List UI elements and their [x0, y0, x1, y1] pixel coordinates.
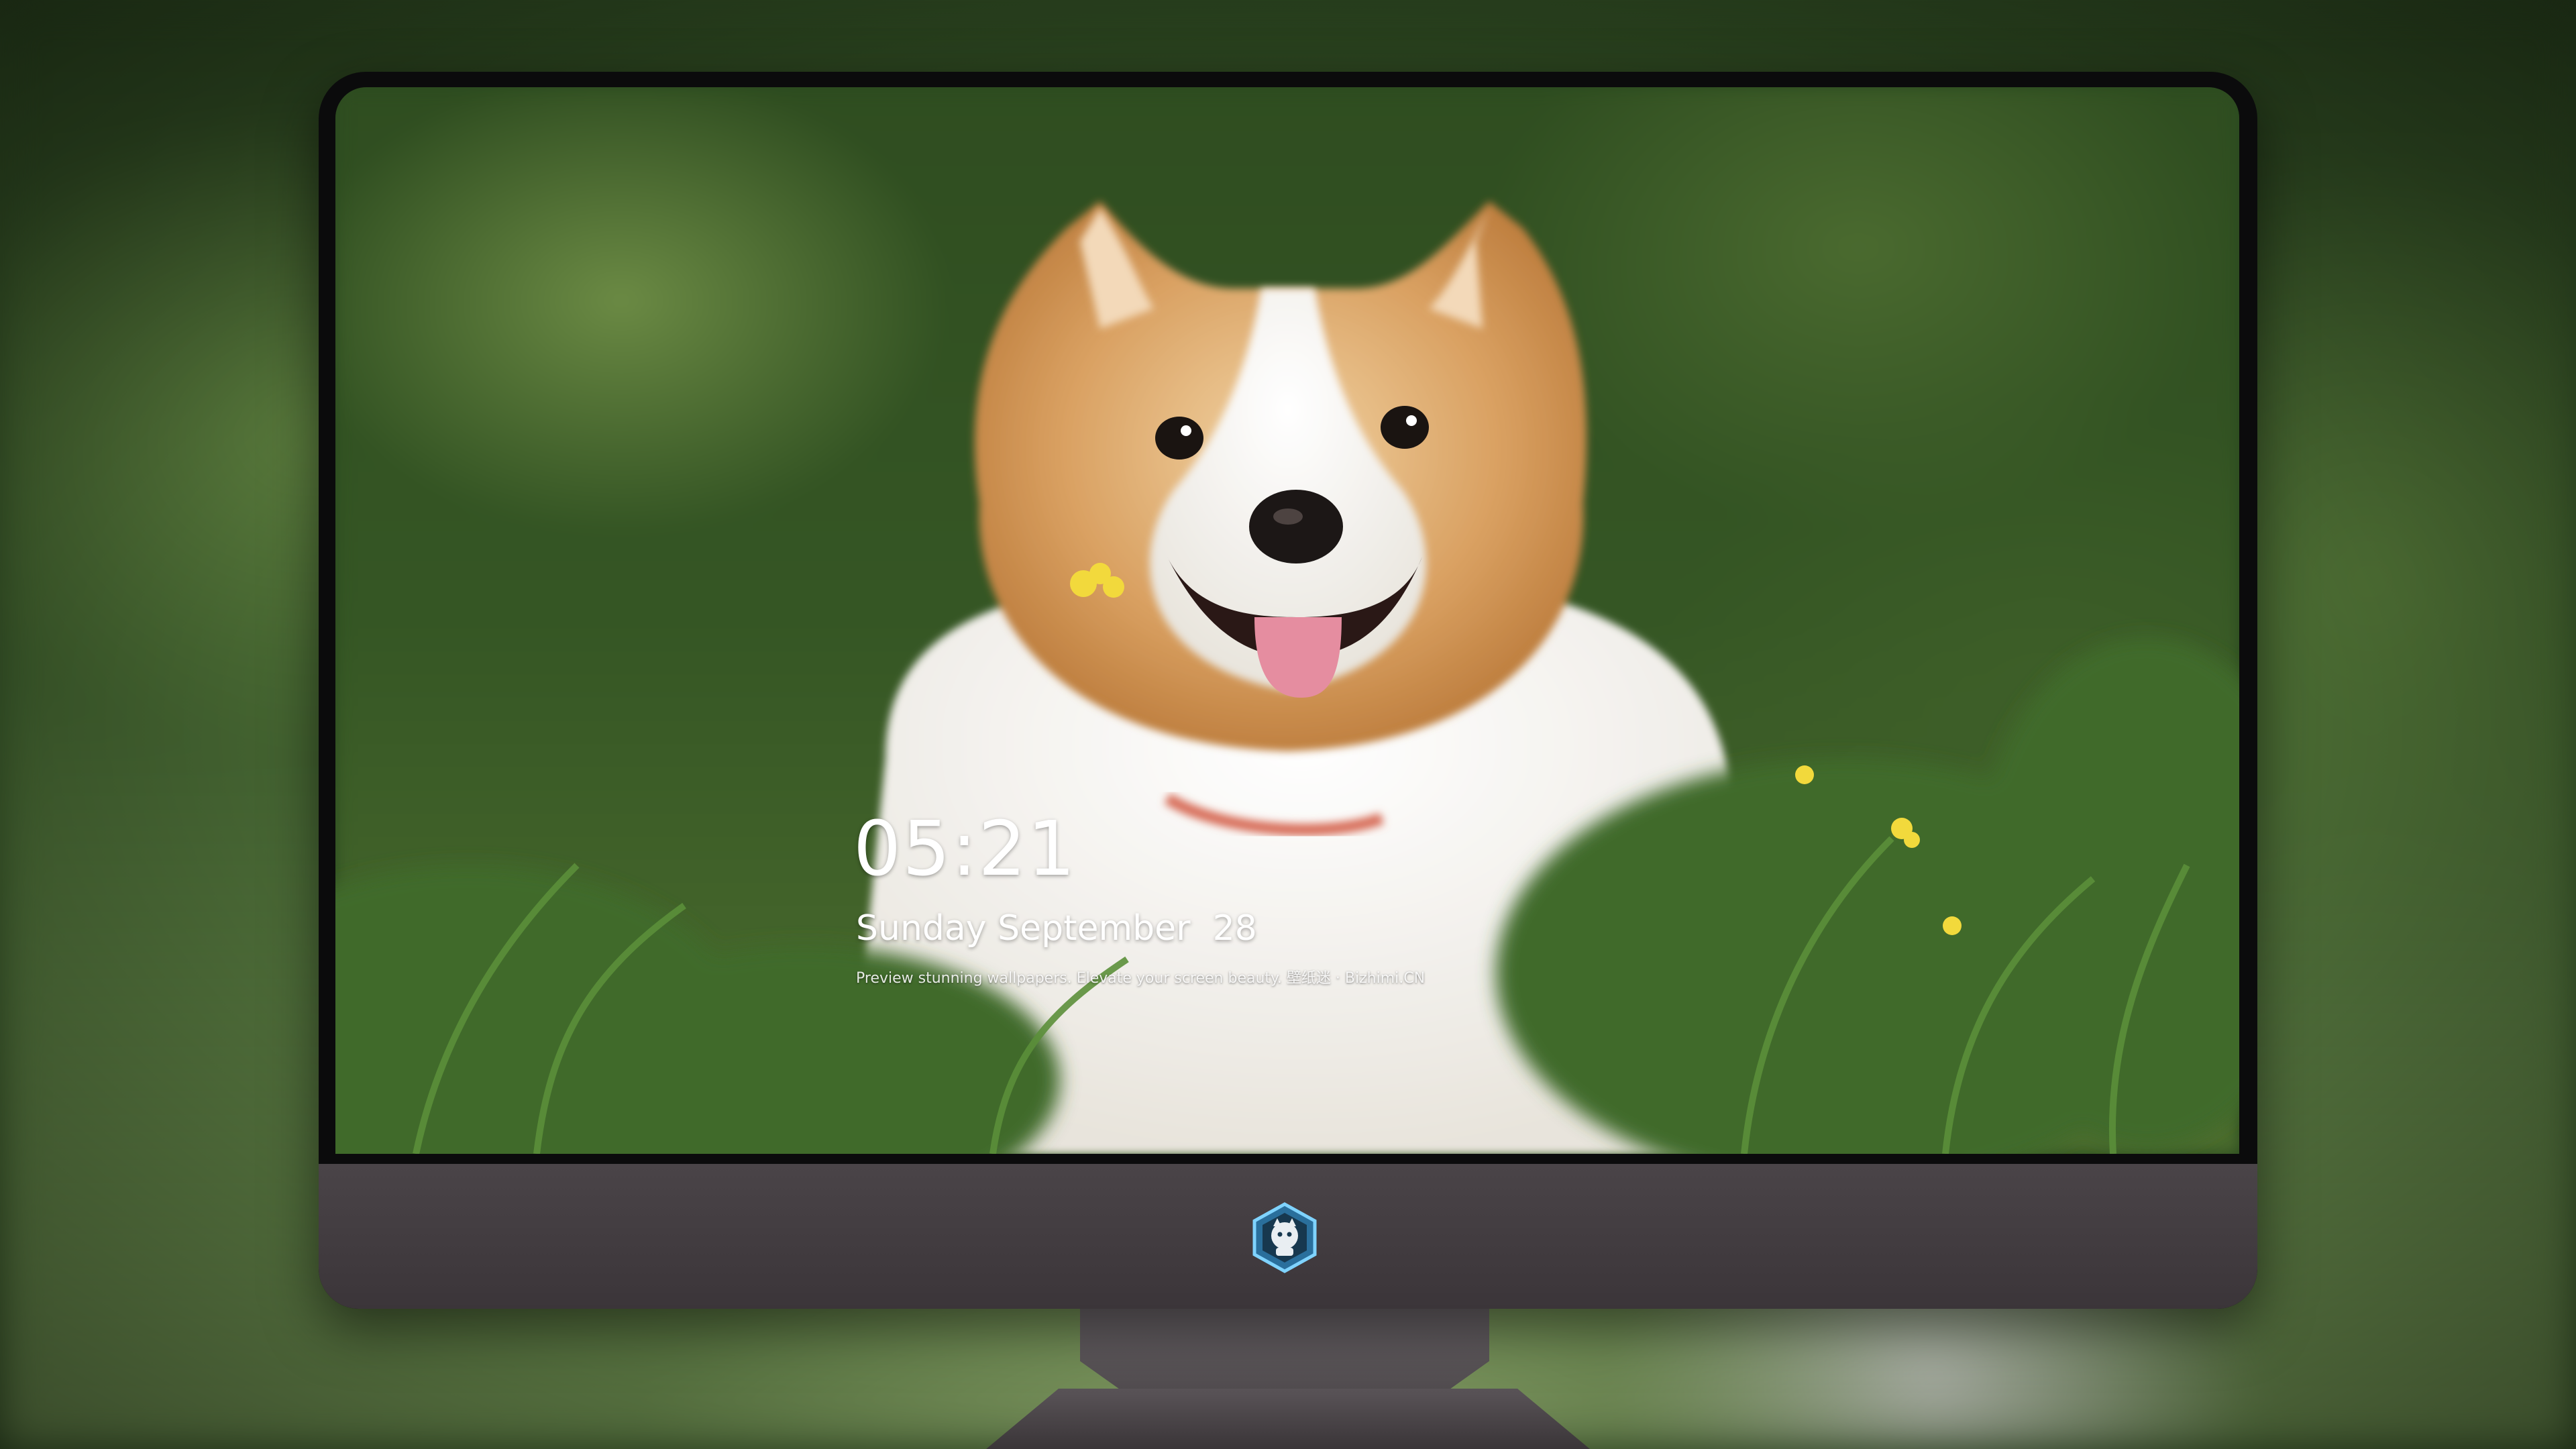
monitor-stand-base	[986, 1389, 1590, 1449]
wallpaper-corgi-image	[845, 201, 1758, 1154]
screen: 05:21 Sunday September 28 Preview stunni…	[335, 87, 2239, 1154]
monitor-stand-neck	[1080, 1309, 1489, 1396]
lockscreen-clock: 05:21	[853, 806, 1077, 893]
lockscreen-date: Sunday September 28	[856, 908, 1257, 949]
brand-logo-icon	[1252, 1202, 1317, 1273]
wallpaper-caption: Preview stunning wallpapers. Elevate you…	[856, 970, 1426, 987]
